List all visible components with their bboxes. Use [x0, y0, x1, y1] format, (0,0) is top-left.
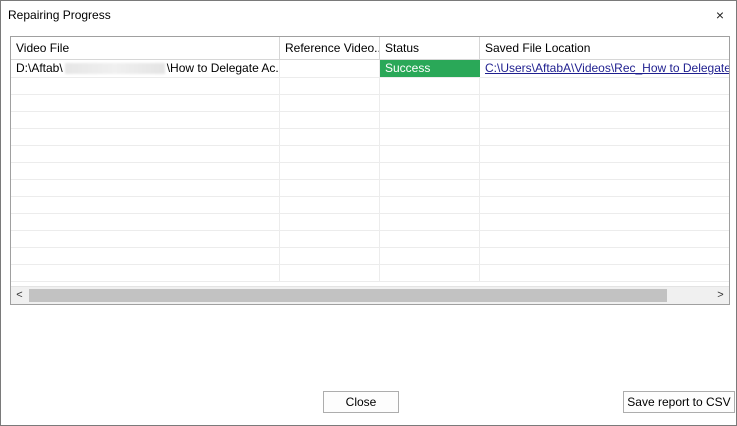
table-row[interactable] — [11, 162, 729, 180]
table-cell — [11, 162, 280, 179]
reference-video-cell — [280, 60, 380, 77]
table-cell — [380, 247, 480, 264]
close-button[interactable]: Close — [323, 391, 399, 413]
table-cell — [480, 128, 729, 145]
table-cell — [380, 111, 480, 128]
video-file-prefix: D:\Aftab\ — [16, 61, 63, 75]
table-cell — [480, 230, 729, 247]
table-cell — [280, 162, 380, 179]
table-cell — [280, 196, 380, 213]
table-cell — [480, 145, 729, 162]
table-cell — [380, 213, 480, 230]
save-report-csv-button[interactable]: Save report to CSV — [623, 391, 735, 413]
table-cell — [280, 145, 380, 162]
table-cell — [280, 247, 380, 264]
table-cell — [380, 179, 480, 196]
column-header-video-file[interactable]: Video File — [11, 37, 280, 59]
table-cell — [480, 77, 729, 94]
close-icon[interactable]: × — [710, 5, 730, 25]
column-header-reference-video[interactable]: Reference Video... — [280, 37, 380, 59]
table-row[interactable] — [11, 179, 729, 197]
chevron-left-icon[interactable]: < — [11, 287, 28, 304]
table-cell — [11, 247, 280, 264]
horizontal-scrollbar[interactable]: < > — [11, 286, 729, 304]
window-title: Repairing Progress — [8, 8, 111, 22]
table-cell — [280, 128, 380, 145]
table-cell — [480, 196, 729, 213]
table-cell — [380, 145, 480, 162]
scrollbar-thumb[interactable] — [29, 289, 667, 302]
table-cell — [280, 94, 380, 111]
table-cell — [380, 264, 480, 281]
table-row[interactable]: D:\Aftab\ \How to Delegate Ac... Success … — [11, 60, 729, 78]
table-cell — [380, 196, 480, 213]
table-cell — [11, 196, 280, 213]
table-cell — [11, 213, 280, 230]
status-badge: Success — [380, 60, 480, 77]
video-file-suffix: \How to Delegate Ac... — [166, 61, 280, 75]
table-cell — [380, 94, 480, 111]
table-cell — [380, 128, 480, 145]
table-cell — [11, 128, 280, 145]
table-cell — [280, 179, 380, 196]
table-body: D:\Aftab\ \How to Delegate Ac... Success … — [11, 60, 729, 286]
table-row[interactable] — [11, 196, 729, 214]
table-cell — [480, 247, 729, 264]
table-row[interactable] — [11, 128, 729, 146]
table-cell — [11, 111, 280, 128]
table-row[interactable] — [11, 230, 729, 248]
table-cell — [280, 111, 380, 128]
table-cell — [480, 94, 729, 111]
table-cell — [11, 264, 280, 281]
title-bar: Repairing Progress × — [1, 1, 736, 31]
chevron-right-icon[interactable]: > — [712, 287, 729, 304]
table-row[interactable] — [11, 247, 729, 265]
table-header: Video File Reference Video... Status Sav… — [11, 37, 729, 60]
table-row[interactable] — [11, 94, 729, 112]
progress-table: Video File Reference Video... Status Sav… — [10, 36, 730, 305]
table-row[interactable] — [11, 213, 729, 231]
table-cell — [480, 179, 729, 196]
table-cell — [380, 162, 480, 179]
table-cell — [480, 162, 729, 179]
table-cell — [480, 111, 729, 128]
table-cell — [11, 77, 280, 94]
table-cell — [380, 230, 480, 247]
repairing-progress-dialog: Repairing Progress × Video File Referenc… — [0, 0, 737, 426]
table-row[interactable] — [11, 145, 729, 163]
table-cell — [280, 264, 380, 281]
table-row[interactable] — [11, 111, 729, 129]
table-cell — [11, 179, 280, 196]
saved-file-location-cell: C:\Users\AftabA\Videos\Rec_How to Delega… — [480, 60, 729, 77]
column-header-status[interactable]: Status — [380, 37, 480, 59]
redacted-path — [64, 63, 165, 75]
table-cell — [480, 213, 729, 230]
table-row[interactable] — [11, 77, 729, 95]
table-cell — [280, 213, 380, 230]
saved-file-link[interactable]: C:\Users\AftabA\Videos\Rec_How to Delega… — [485, 61, 729, 75]
table-cell — [11, 230, 280, 247]
table-cell — [280, 77, 380, 94]
table-cell — [11, 94, 280, 111]
table-row[interactable] — [11, 264, 729, 282]
table-cell — [11, 145, 280, 162]
table-cell — [480, 264, 729, 281]
table-cell — [280, 230, 380, 247]
column-header-saved-file-location[interactable]: Saved File Location — [480, 37, 729, 59]
table-cell — [380, 77, 480, 94]
video-file-cell: D:\Aftab\ \How to Delegate Ac... — [11, 60, 280, 77]
